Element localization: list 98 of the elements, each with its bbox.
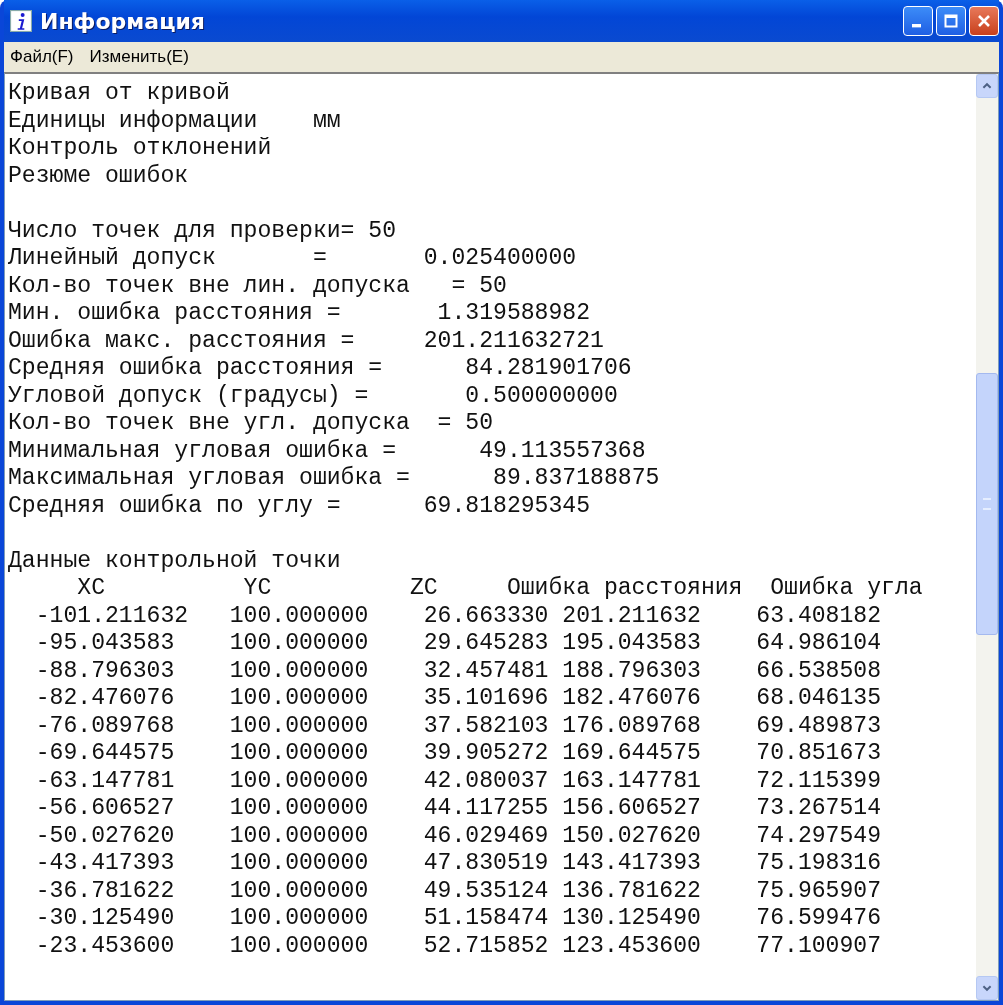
table-cell: 46.029469	[423, 822, 549, 850]
report-line: Мин. ошибка расстояния = 1.319588982	[8, 300, 592, 328]
table-cell: 100.000000	[229, 850, 369, 878]
table-cell: 39.905272	[423, 740, 549, 768]
table-cell: 100.000000	[229, 602, 369, 630]
report-line: Единицы информации мм	[8, 107, 342, 135]
table-cell: 123.453600	[562, 932, 701, 960]
table-cell: 100.000000	[229, 905, 369, 933]
table-cell: 44.117255	[423, 795, 549, 823]
report-line: Ошибка макс. расстояния = 201.211632721	[8, 327, 605, 355]
table-cell: -36.781622	[35, 877, 175, 905]
table-cell: 100.000000	[229, 822, 369, 850]
table-cell: 42.080037	[423, 767, 549, 795]
info-icon	[10, 10, 32, 32]
table-cell: 75.965907	[756, 877, 882, 905]
table-cell: 47.830519	[423, 850, 549, 878]
table-cell: 100.000000	[229, 712, 369, 740]
report-line: Линейный допуск = 0.025400000	[8, 245, 578, 273]
report-line: Средняя ошибка по углу = 69.818295345	[8, 492, 592, 520]
report-line: Средняя ошибка расстояния = 84.281901706	[8, 355, 633, 383]
table-cell: 73.267514	[756, 795, 882, 823]
table-cell: 52.715852	[423, 932, 549, 960]
table-cell: 100.000000	[229, 932, 369, 960]
report-line: Число точек для проверки= 50	[8, 217, 398, 245]
table-cell: 182.476076	[562, 685, 701, 713]
table-cell: 74.297549	[756, 822, 882, 850]
section-heading: Данные контрольной точки	[8, 547, 342, 575]
table-cell: 176.089768	[562, 712, 701, 740]
table-cell: 169.644575	[562, 740, 701, 768]
table-cell: 100.000000	[229, 685, 369, 713]
table-cell: 29.645283	[423, 630, 549, 658]
table-cell: -69.644575	[35, 740, 175, 768]
table-cell: 136.781622	[562, 877, 701, 905]
table-cell: 130.125490	[562, 905, 701, 933]
table-cell: 195.043583	[562, 630, 701, 658]
scroll-down-button[interactable]	[976, 976, 998, 1000]
table-cell: 66.538508	[756, 657, 882, 685]
table-cell: 63.408182	[756, 602, 882, 630]
table-cell: 49.535124	[423, 877, 549, 905]
menu-item[interactable]: Изменить(E)	[89, 47, 189, 67]
column-header: XC	[77, 575, 105, 603]
table-cell: -95.043583	[35, 630, 175, 658]
table-cell: 37.582103	[423, 712, 549, 740]
table-cell: 100.000000	[229, 877, 369, 905]
table-cell: 32.457481	[423, 657, 549, 685]
table-cell: 77.100907	[756, 932, 882, 960]
table-cell: 70.851673	[756, 740, 882, 768]
table-cell: -88.796303	[35, 657, 175, 685]
table-cell: -82.476076	[35, 685, 175, 713]
scrollbar[interactable]	[976, 74, 998, 1000]
window-title: Информация	[40, 8, 205, 34]
table-cell: 68.046135	[756, 685, 882, 713]
table-cell: 64.986104	[756, 630, 882, 658]
table-cell: 201.211632	[562, 602, 701, 630]
table-cell: 72.115399	[756, 767, 882, 795]
column-header: ZC	[409, 575, 438, 603]
menu-item[interactable]: Файл(F)	[10, 47, 74, 67]
table-cell: 76.599476	[756, 905, 882, 933]
report-line: Кол-во точек вне угл. допуска = 50	[8, 410, 495, 438]
scroll-up-button[interactable]	[976, 74, 998, 98]
table-cell: -101.211632	[35, 602, 189, 630]
table-cell: -30.125490	[35, 905, 175, 933]
report-line: Кол-во точек вне лин. допуска = 50	[8, 272, 508, 300]
column-header: Ошибка расстояния	[506, 575, 743, 603]
table-cell: 156.606527	[562, 795, 701, 823]
column-header: YC	[243, 575, 272, 603]
table-cell: -76.089768	[35, 712, 175, 740]
table-cell: 100.000000	[229, 740, 369, 768]
minimize-icon	[911, 24, 921, 28]
table-cell: 163.147781	[562, 767, 701, 795]
report-line: Резюме ошибок	[8, 162, 190, 190]
table-cell: 100.000000	[229, 630, 369, 658]
table-cell: 100.000000	[229, 767, 369, 795]
table-cell: 35.101696	[423, 685, 549, 713]
table-cell: 100.000000	[229, 795, 369, 823]
report-line: Минимальная угловая ошибка = 49.113557368	[8, 437, 647, 465]
table-cell: 150.027620	[562, 822, 701, 850]
report-line: Угловой допуск (градусы) = 0.500000000	[8, 382, 619, 410]
report-line: Контроль отклонений	[8, 135, 273, 163]
table-cell: 51.158474	[423, 905, 549, 933]
table-cell: -56.606527	[35, 795, 175, 823]
table-cell: 100.000000	[229, 657, 369, 685]
column-header: Ошибка угла	[770, 575, 923, 603]
table-cell: 75.198316	[756, 850, 882, 878]
report-line: Кривая от кривой	[8, 80, 231, 108]
table-cell: -23.453600	[35, 932, 175, 960]
table-cell: 143.417393	[562, 850, 701, 878]
table-cell: 26.663330	[423, 602, 549, 630]
table-cell: 188.796303	[562, 657, 701, 685]
report-line: Максимальная угловая ошибка = 89.837188875	[8, 465, 661, 493]
scroll-thumb[interactable]	[976, 373, 998, 635]
minimize-button[interactable]	[903, 6, 933, 36]
table-cell: 69.489873	[756, 712, 882, 740]
table-cell: -43.417393	[35, 850, 175, 878]
table-cell: -50.027620	[35, 822, 175, 850]
close-button[interactable]	[969, 6, 999, 36]
maximize-button[interactable]	[936, 6, 966, 36]
table-cell: -63.147781	[35, 767, 175, 795]
